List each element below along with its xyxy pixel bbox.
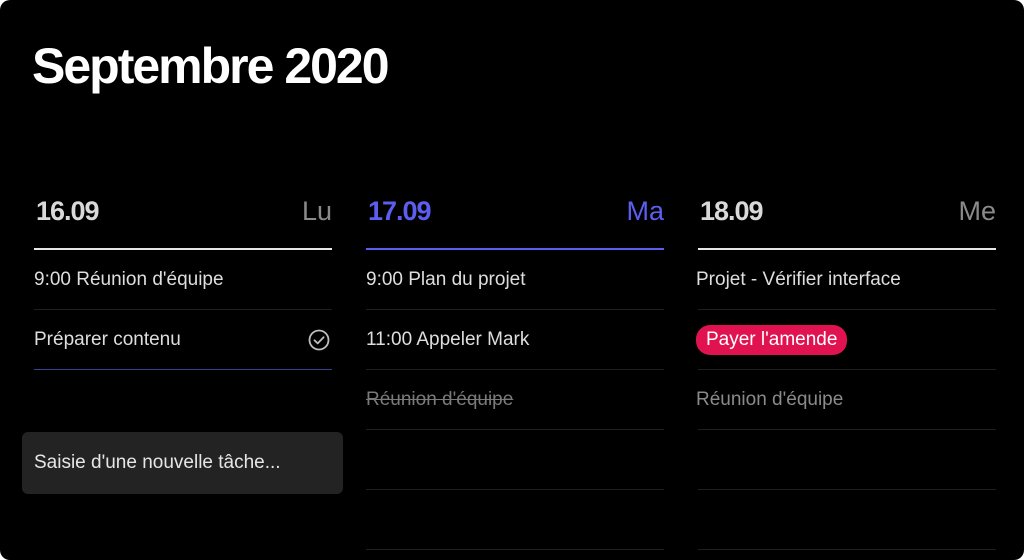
task-label: 9:00 Réunion d'équipe <box>34 268 224 290</box>
task-label: Projet - Vérifier interface <box>696 268 901 290</box>
task-badge: Payer l'amende <box>696 324 848 355</box>
task-item[interactable]: 9:00 Plan du projet <box>366 250 664 310</box>
task-item[interactable]: 11:00 Appeler Mark <box>366 310 664 370</box>
day-name: Lu <box>301 196 332 226</box>
empty-task-slot[interactable] <box>366 430 664 490</box>
day-header[interactable]: 18.09 Me <box>698 188 996 250</box>
task-label: Préparer contenu <box>34 328 181 350</box>
day-column-18-09: 18.09 Me Projet - Vérifier interface Pay… <box>696 188 996 550</box>
empty-task-slot[interactable] <box>366 490 664 550</box>
empty-task-slot[interactable] <box>698 430 996 490</box>
day-date: 18.09 <box>700 196 764 226</box>
calendar-window: Septembre 2020 16.09 Lu 9:00 Réunion d'é… <box>0 0 1024 560</box>
new-task-input[interactable]: Saisie d'une nouvelle tâche... <box>22 432 343 494</box>
day-date: 17.09 <box>368 196 432 226</box>
day-header[interactable]: 16.09 Lu <box>34 188 332 250</box>
task-label: Réunion d'équipe <box>366 388 514 410</box>
task-item-completed[interactable]: Réunion d'équipe <box>366 370 664 430</box>
task-item[interactable]: Préparer contenu <box>34 310 332 370</box>
day-date: 16.09 <box>36 196 100 226</box>
task-item[interactable]: 9:00 Réunion d'équipe <box>34 250 332 310</box>
task-item[interactable]: Payer l'amende <box>696 310 996 370</box>
task-label: 9:00 Plan du projet <box>366 268 526 290</box>
check-circle-icon[interactable] <box>308 329 330 351</box>
new-task-placeholder: Saisie d'une nouvelle tâche... <box>34 452 281 473</box>
day-column-17-09: 17.09 Ma 9:00 Plan du projet 11:00 Appel… <box>366 188 664 550</box>
day-name: Me <box>958 196 996 226</box>
day-column-16-09: 16.09 Lu 9:00 Réunion d'équipe Préparer … <box>34 188 332 370</box>
task-item[interactable]: Projet - Vérifier interface <box>696 250 996 310</box>
task-item[interactable]: Réunion d'équipe <box>696 370 996 430</box>
day-name: Ma <box>626 196 664 226</box>
page-title: Septembre 2020 <box>32 38 390 94</box>
empty-task-slot[interactable] <box>698 490 996 550</box>
day-header[interactable]: 17.09 Ma <box>366 188 664 250</box>
task-label: 11:00 Appeler Mark <box>366 328 530 350</box>
task-label: Réunion d'équipe <box>696 388 844 410</box>
